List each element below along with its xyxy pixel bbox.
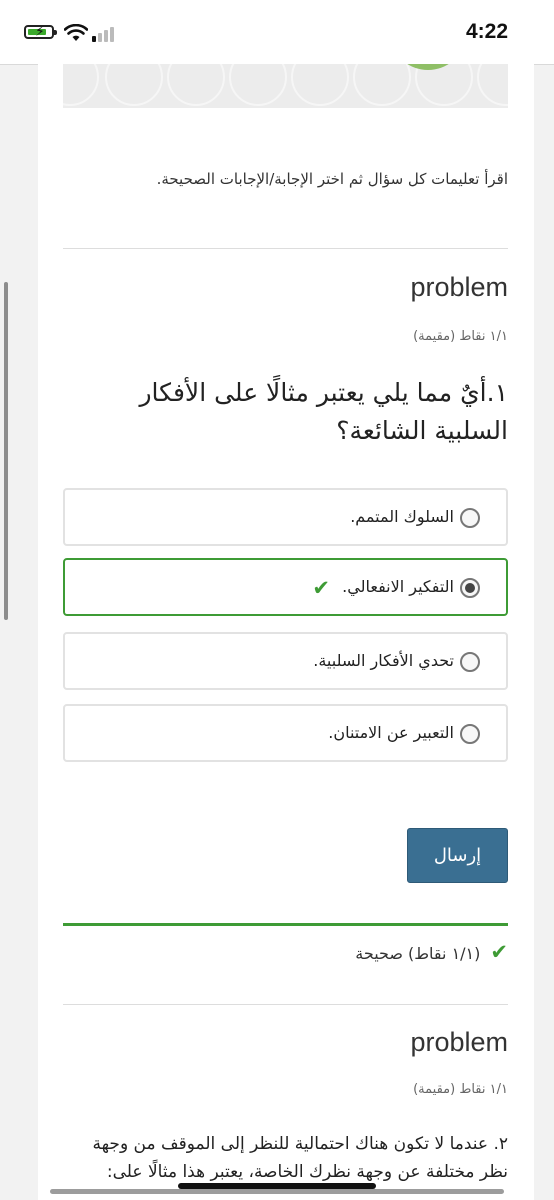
- submit-button[interactable]: إرسال: [407, 828, 508, 883]
- radio-button-selected[interactable]: [460, 578, 480, 598]
- question-text: ١.أيٌ مما يلي يعتبر مثالًا على الأفكار ا…: [139, 378, 508, 445]
- course-content-card: اقرأ تعليمات كل سؤال ثم اختر الإجابة/الإ…: [38, 64, 534, 1200]
- answer-option-1[interactable]: السلوك المتمم.: [63, 488, 508, 546]
- problem-title: problem: [410, 272, 508, 302]
- radio-button[interactable]: [460, 724, 480, 744]
- wifi-icon: [64, 24, 88, 41]
- option-label: التفكير الانفعالي.: [342, 577, 454, 596]
- question-text: ٢. عندما لا تكون هناك احتمالية للنظر إلى…: [92, 1134, 508, 1182]
- course-banner-image: [63, 64, 508, 108]
- correct-indicator-bar: [63, 923, 508, 926]
- feedback-text: (١/١ نقاط) صحيحة: [355, 944, 481, 963]
- answer-option-4[interactable]: التعبير عن الامتنان.: [63, 704, 508, 762]
- radio-button[interactable]: [460, 508, 480, 528]
- cellular-signal-icon: [92, 26, 122, 42]
- option-label: التعبير عن الامتنان.: [328, 723, 454, 742]
- instructions-text: اقرأ تعليمات كل سؤال ثم اختر الإجابة/الإ…: [156, 170, 508, 188]
- checkmark-icon: ✔: [490, 940, 508, 964]
- checkmark-icon: ✔: [312, 576, 330, 600]
- problem-points: ١/١ نقاط (مقيمة): [413, 329, 508, 344]
- clock: 4:22: [465, 20, 508, 43]
- feedback-message: ✔ (١/١ نقاط) صحيحة: [63, 940, 508, 964]
- home-indicator[interactable]: [178, 1183, 376, 1189]
- answer-option-2[interactable]: التفكير الانفعالي. ✔: [63, 558, 508, 616]
- option-label: السلوك المتمم.: [350, 507, 454, 526]
- horizontal-scrollbar[interactable]: [50, 1189, 504, 1194]
- option-label: تحدي الأفكار السلبية.: [313, 651, 454, 670]
- radio-button[interactable]: [460, 652, 480, 672]
- problem-title: problem: [410, 1027, 508, 1057]
- divider: [63, 1004, 508, 1005]
- battery-charging-icon: ⚡: [24, 24, 57, 40]
- answer-option-3[interactable]: تحدي الأفكار السلبية.: [63, 632, 508, 690]
- status-bar: ⚡ 4:22: [0, 0, 554, 65]
- problem-points: ١/١ نقاط (مقيمة): [413, 1082, 508, 1097]
- divider: [63, 248, 508, 249]
- vertical-scrollbar[interactable]: [4, 282, 8, 620]
